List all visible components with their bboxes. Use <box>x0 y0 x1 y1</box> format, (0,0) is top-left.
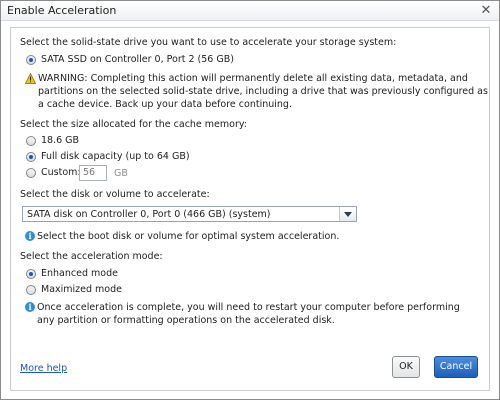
more-help-link[interactable]: More help <box>20 363 67 374</box>
mode-radio-enhanced[interactable] <box>26 269 36 279</box>
info-icon: i <box>25 302 35 312</box>
info-icon: i <box>25 231 35 241</box>
mode-prompt: Select the acceleration mode: <box>20 251 163 262</box>
disk-select[interactable]: SATA disk on Controller 0, Port 0 (466 G… <box>22 206 357 222</box>
mode-radio-maximized[interactable] <box>26 285 36 295</box>
title-bar[interactable]: Enable Acceleration ✕ <box>1 1 499 21</box>
ssd-prompt: Select the solid-state drive you want to… <box>20 37 397 48</box>
cache-option-full: Full disk capacity (up to 64 GB) <box>41 151 190 162</box>
custom-size-input[interactable]: 56 <box>79 165 107 181</box>
cancel-button[interactable]: Cancel <box>434 356 478 378</box>
cache-option-18gb: 18.6 GB <box>41 135 80 146</box>
cache-radio-18gb[interactable] <box>26 136 36 146</box>
warning-text: WARNING: Completing this action will per… <box>38 73 488 110</box>
cache-option-custom: Custom: <box>41 167 81 178</box>
disk-prompt: Select the disk or volume to accelerate: <box>20 189 210 200</box>
mode-option-maximized: Maximized mode <box>41 284 122 295</box>
warning-triangle-icon <box>25 73 36 84</box>
disk-select-value: SATA disk on Controller 0, Port 0 (466 G… <box>27 209 271 220</box>
close-icon[interactable]: ✕ <box>478 3 494 19</box>
mode-option-enhanced: Enhanced mode <box>41 268 118 279</box>
ssd-option-label: SATA SSD on Controller 0, Port 2 (56 GB) <box>41 54 234 65</box>
enable-acceleration-dialog: Enable Acceleration ✕ Select the solid-s… <box>0 0 500 400</box>
ssd-radio[interactable] <box>26 55 36 65</box>
mode-info-text: Once acceleration is complete, you will … <box>37 302 460 326</box>
custom-size-unit: GB <box>114 168 128 179</box>
window-title: Enable Acceleration <box>7 4 117 17</box>
cache-prompt: Select the size allocated for the cache … <box>20 119 248 130</box>
disk-info-text: Select the boot disk or volume for optim… <box>37 231 340 242</box>
cache-radio-full[interactable] <box>26 152 36 162</box>
cache-radio-custom[interactable] <box>26 168 36 178</box>
chevron-down-icon[interactable] <box>339 207 356 221</box>
ok-button[interactable]: OK <box>392 356 420 378</box>
